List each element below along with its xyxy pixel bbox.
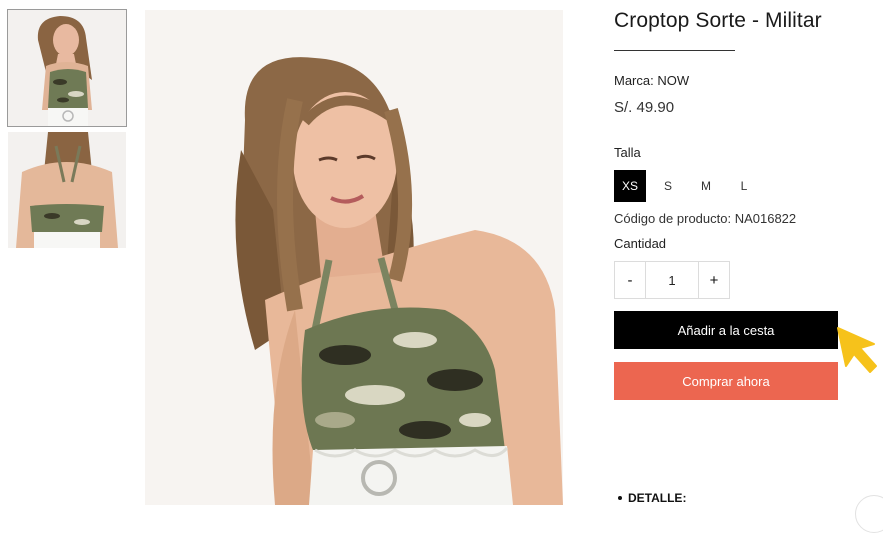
size-option-s[interactable]: S <box>652 170 684 202</box>
title-divider <box>614 50 735 51</box>
bullet-icon <box>618 496 622 500</box>
thumbnail-front-image <box>8 10 126 126</box>
size-selector: XS S M L <box>614 170 760 202</box>
thumbnail-back-image <box>8 132 126 248</box>
product-price: S/. 49.90 <box>614 99 675 116</box>
size-option-l[interactable]: L <box>728 170 760 202</box>
quantity-input[interactable]: 1 <box>645 262 699 298</box>
thumbnail-back[interactable] <box>8 132 126 248</box>
detail-heading: DETALLE: <box>618 491 686 505</box>
quantity-decrease-button[interactable]: - <box>615 262 645 298</box>
product-code: Código de producto: NA016822 <box>614 211 797 226</box>
scroll-top-button[interactable] <box>855 495 883 533</box>
quantity-label: Cantidad <box>614 236 667 251</box>
product-photo <box>145 10 563 505</box>
detail-heading-label: DETALLE: <box>628 491 687 505</box>
thumbnail-front[interactable] <box>7 9 127 127</box>
size-label: Talla <box>614 145 641 160</box>
add-to-cart-button[interactable]: Añadir a la cesta <box>614 311 838 349</box>
product-main-image[interactable] <box>145 10 563 505</box>
quantity-increase-button[interactable]: + <box>699 262 729 298</box>
product-title: Croptop Sorte - Militar <box>614 9 822 32</box>
pointer-cursor-icon <box>837 327 877 373</box>
size-option-m[interactable]: M <box>690 170 722 202</box>
quantity-stepper: - 1 + <box>614 261 730 299</box>
product-brand: Marca: NOW <box>614 73 690 88</box>
buy-now-button[interactable]: Comprar ahora <box>614 362 838 400</box>
size-option-xs[interactable]: XS <box>614 170 646 202</box>
